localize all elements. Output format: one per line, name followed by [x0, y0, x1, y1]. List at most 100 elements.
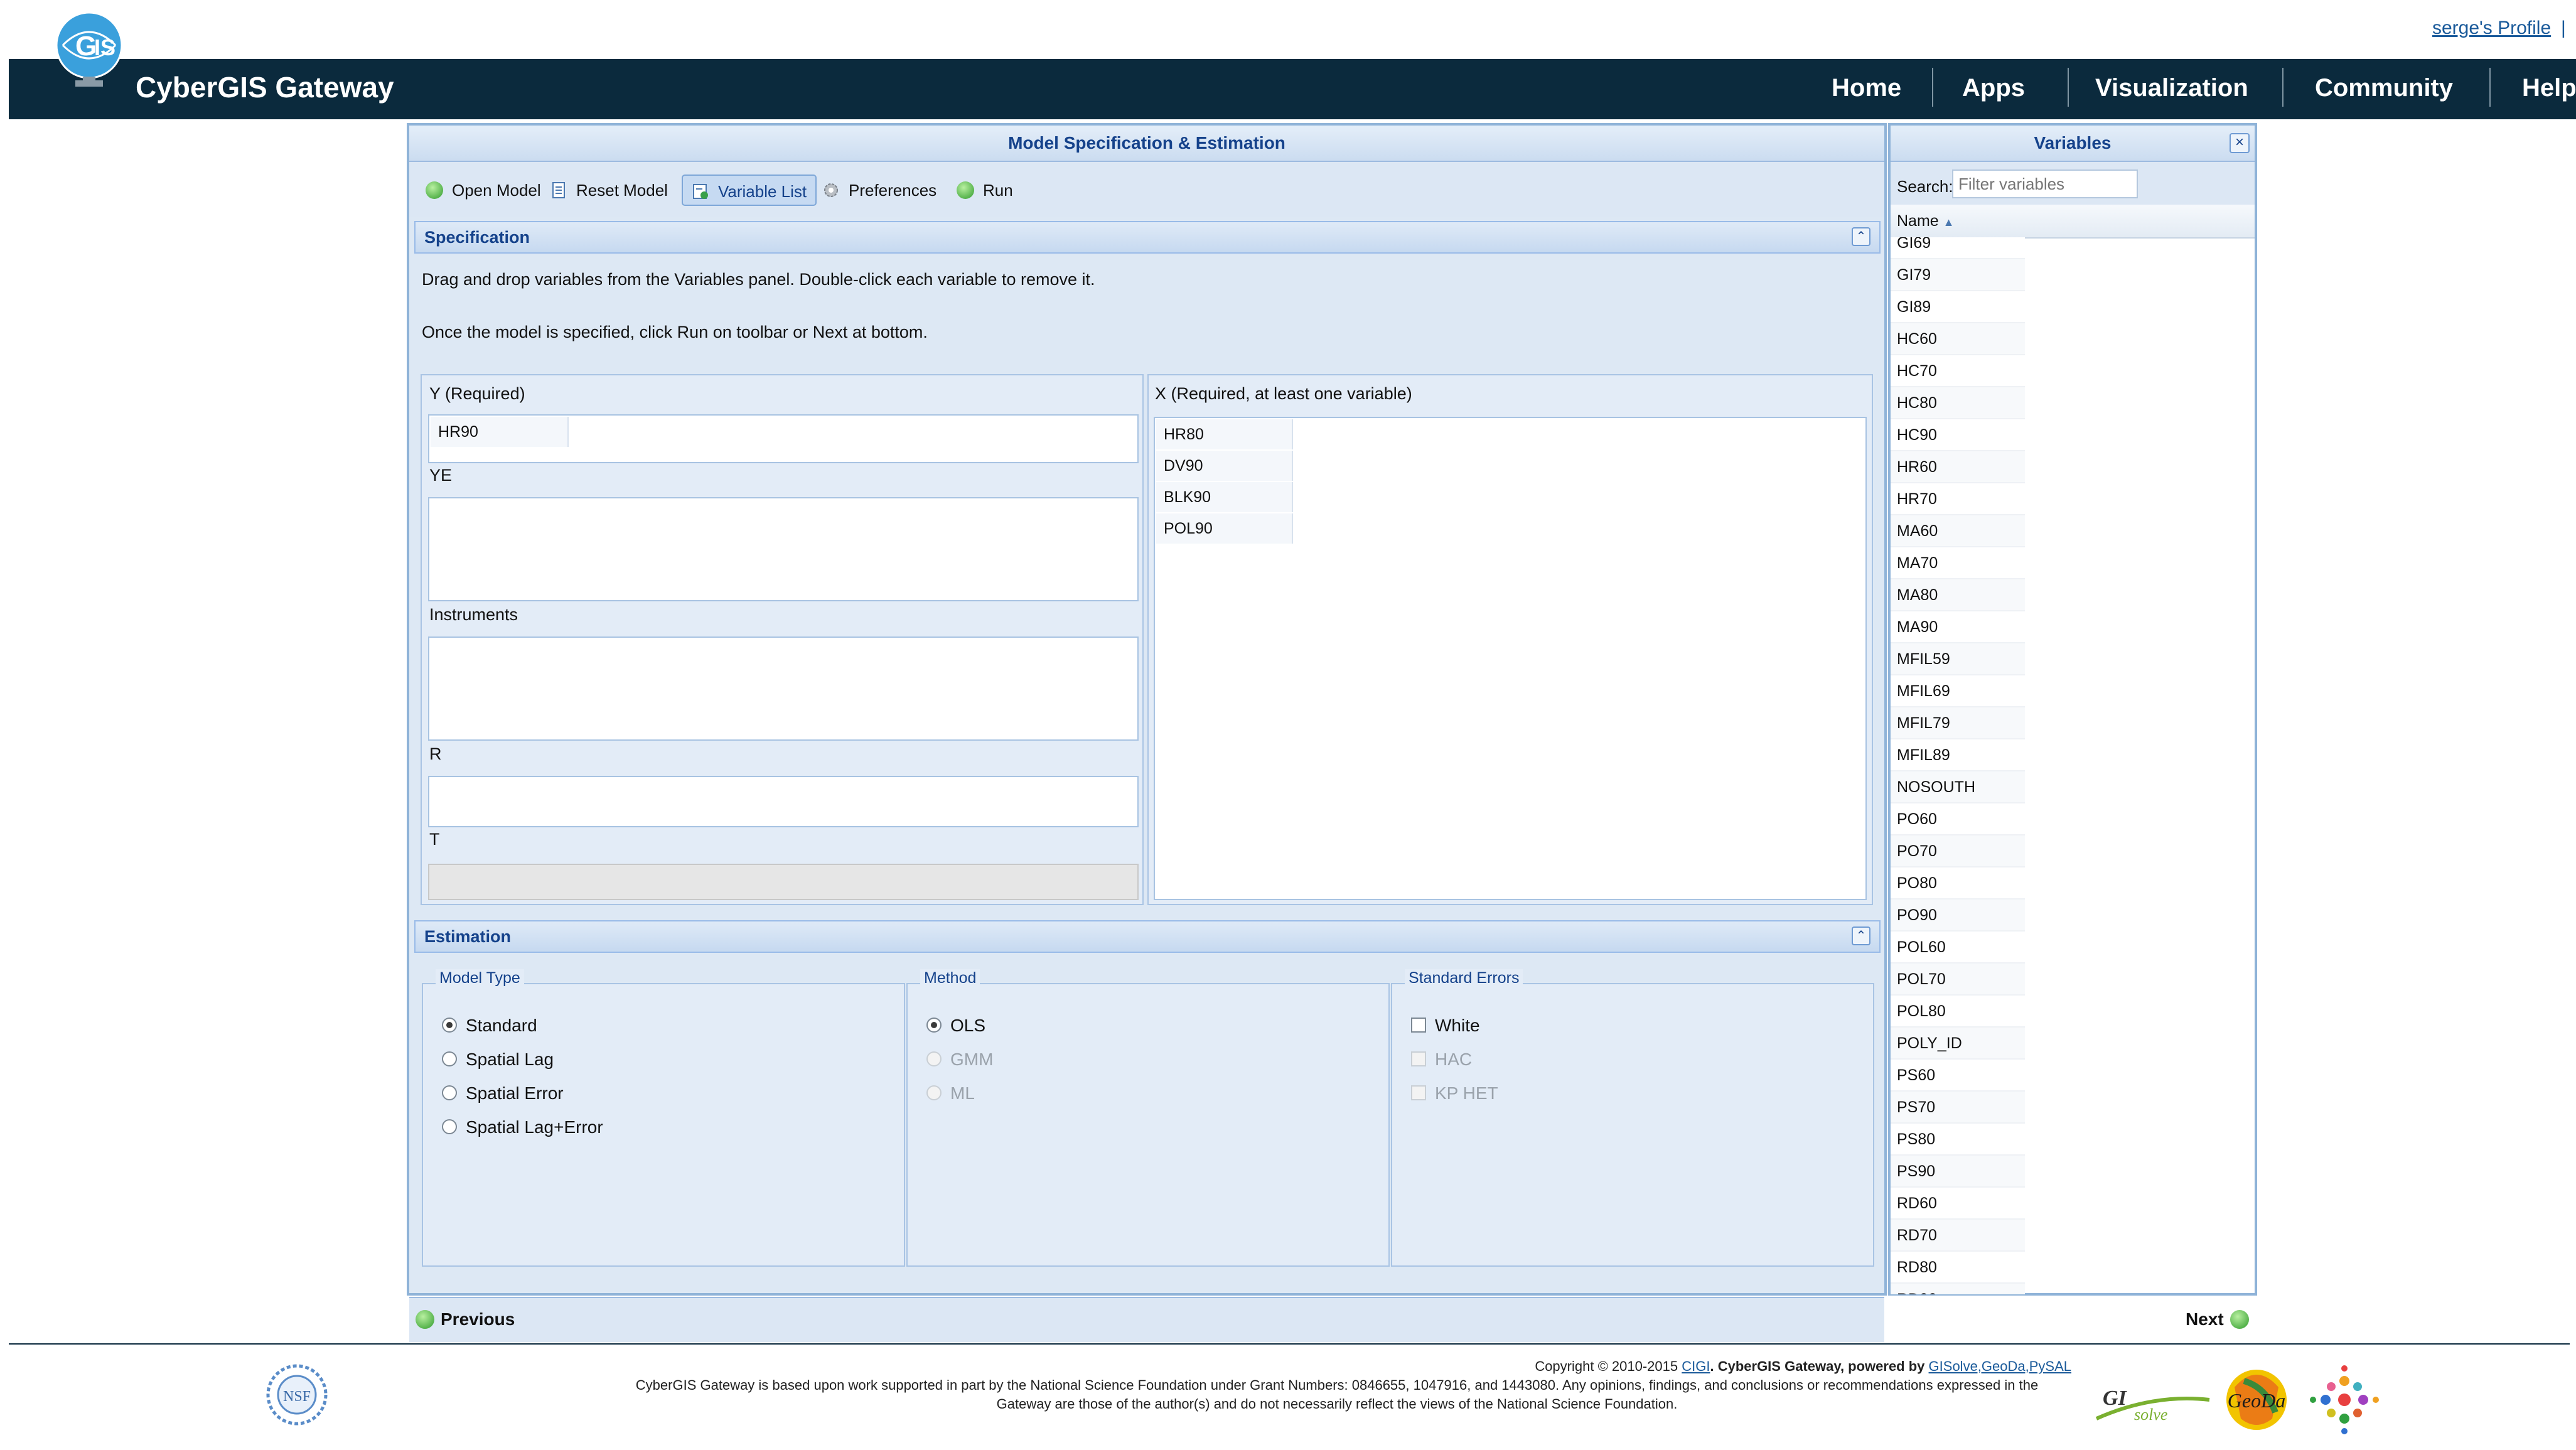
next-button[interactable]: Next — [2186, 1308, 2249, 1331]
nav-help[interactable]: Help — [2522, 74, 2576, 102]
variable-list-item[interactable]: PS60 — [1891, 1060, 2025, 1092]
method-legend: Method — [920, 969, 980, 987]
variable-list-item[interactable]: HC80 — [1891, 387, 2025, 419]
run-label: Run — [983, 181, 1013, 200]
option-label: Standard — [466, 1016, 537, 1035]
variable-list-item[interactable]: HR70 — [1891, 483, 2025, 515]
cigi-link[interactable]: CIGI — [1682, 1358, 1710, 1374]
variable-list-item[interactable]: PS80 — [1891, 1124, 2025, 1156]
estimation-header[interactable]: Estimation — [414, 920, 1881, 953]
preferences-label: Preferences — [849, 181, 937, 200]
variable-list-item[interactable]: POL60 — [1891, 932, 2025, 964]
copyright-text: Copyright © 2010-2015 — [1535, 1358, 1678, 1374]
x-variable-chip[interactable]: DV90 — [1156, 451, 1293, 481]
variables-search-input[interactable] — [1952, 169, 2138, 198]
name-column-label[interactable]: Name ▲ — [1897, 212, 1954, 230]
sort-ascending-icon: ▲ — [1943, 216, 1955, 228]
x-variable-chip[interactable]: POL90 — [1156, 513, 1293, 544]
radio-icon — [926, 1085, 942, 1100]
model-type-spatial-lag-error-radio[interactable]: Spatial Lag+Error — [442, 1116, 603, 1139]
instruction-run: Once the model is specified, click Run o… — [422, 323, 928, 341]
y-variable-chip[interactable]: HR90 — [431, 417, 569, 447]
variable-list-button[interactable]: Variable List — [682, 175, 817, 206]
preferences-button[interactable]: Preferences — [813, 175, 945, 206]
model-type-spatial-error-radio[interactable]: Spatial Error — [442, 1082, 564, 1105]
instruments-dropzone[interactable] — [428, 636, 1139, 741]
run-button[interactable]: Run — [948, 175, 1022, 206]
brand-title[interactable]: CyberGIS Gateway — [136, 70, 394, 104]
variable-list-item[interactable]: GI69 — [1891, 237, 2025, 259]
r-dropzone[interactable] — [428, 776, 1139, 827]
x-variable-chip[interactable]: BLK90 — [1156, 482, 1293, 512]
variable-list-item[interactable]: GI79 — [1891, 259, 2025, 291]
reset-model-button[interactable]: Reset Model — [541, 175, 677, 206]
variable-list-item[interactable]: HC70 — [1891, 355, 2025, 387]
option-label: GMM — [950, 1050, 994, 1069]
t-label: T — [429, 830, 440, 849]
se-kp-het-checkbox: KP HET — [1411, 1082, 1498, 1105]
option-label: Spatial Lag+Error — [466, 1117, 603, 1137]
gisolve-logo[interactable]: GI solve — [2090, 1375, 2216, 1431]
variable-list-item[interactable]: MA80 — [1891, 579, 2025, 611]
variable-list-item[interactable]: PO60 — [1891, 803, 2025, 835]
variable-list-item[interactable]: MFIL79 — [1891, 707, 2025, 739]
variable-list-item[interactable]: RD70 — [1891, 1220, 2025, 1252]
open-model-button[interactable]: Open Model — [417, 175, 550, 206]
se-white-checkbox[interactable]: White — [1411, 1014, 1480, 1037]
variable-list-item[interactable]: PO70 — [1891, 835, 2025, 867]
variables-list[interactable]: GI69 GI79 GI89 HC60 HC70 HC80 HC90 HR60 HR70 MA60… — [1891, 237, 2025, 1294]
option-label: ML — [950, 1083, 975, 1103]
cybergis-globe-logo[interactable]: G IS — [50, 6, 126, 100]
previous-button[interactable]: Previous — [416, 1308, 515, 1331]
nsf-logo[interactable]: NSF — [262, 1356, 331, 1437]
method-ols-radio[interactable]: OLS — [926, 1014, 985, 1037]
variable-list-item[interactable]: MFIL59 — [1891, 643, 2025, 675]
model-type-spatial-lag-radio[interactable]: Spatial Lag — [442, 1048, 554, 1071]
variable-list-item[interactable]: RD90 — [1891, 1284, 2025, 1294]
collapse-specification-icon[interactable]: ⌃ — [1852, 227, 1870, 246]
geoda-logo[interactable]: GeoDa — [2216, 1362, 2297, 1437]
nav-divider — [1932, 68, 1933, 107]
variable-list-item[interactable]: PO80 — [1891, 867, 2025, 900]
option-label: Spatial Lag — [466, 1050, 554, 1069]
document-icon — [552, 182, 565, 198]
variable-list-item[interactable]: MFIL69 — [1891, 675, 2025, 707]
x-variable-chip[interactable]: HR80 — [1156, 419, 1293, 449]
profile-link[interactable]: serge's Profile — [2432, 18, 2551, 39]
variable-list-item[interactable]: NOSOUTH — [1891, 771, 2025, 803]
variable-list-item[interactable]: POL70 — [1891, 964, 2025, 996]
pysal-logo[interactable] — [2304, 1362, 2385, 1437]
variable-list-item[interactable]: POL80 — [1891, 996, 2025, 1028]
ye-dropzone[interactable] — [428, 497, 1139, 601]
variable-list-item[interactable]: POLY_ID — [1891, 1028, 2025, 1060]
nav-visualization[interactable]: Visualization — [2095, 74, 2248, 102]
specification-header[interactable]: Specification — [414, 221, 1881, 254]
variable-list-item[interactable]: RD60 — [1891, 1188, 2025, 1220]
nav-community[interactable]: Community — [2315, 74, 2453, 102]
variable-list-item[interactable]: HC60 — [1891, 323, 2025, 355]
powered-by-links[interactable]: GISolve,GeoDa,PySAL — [1929, 1358, 2071, 1374]
variable-list-item[interactable]: HR60 — [1891, 451, 2025, 483]
variable-list-item[interactable]: HC90 — [1891, 419, 2025, 451]
checkbox-icon — [1411, 1051, 1426, 1066]
variable-list-item[interactable]: MFIL89 — [1891, 739, 2025, 771]
variable-list-item[interactable]: PO90 — [1891, 900, 2025, 932]
close-icon[interactable]: × — [2230, 133, 2250, 153]
search-label: Search: — [1897, 177, 1953, 196]
variables-panel-title: Variables — [1891, 126, 2255, 162]
variable-list-item[interactable]: MA90 — [1891, 611, 2025, 643]
reset-model-label: Reset Model — [576, 181, 668, 200]
variable-list-item[interactable]: MA70 — [1891, 547, 2025, 579]
variable-list-item[interactable]: RD80 — [1891, 1252, 2025, 1284]
collapse-estimation-icon[interactable]: ⌃ — [1852, 926, 1870, 945]
nav-home[interactable]: Home — [1832, 74, 1901, 102]
nav-apps[interactable]: Apps — [1962, 74, 2025, 102]
variable-list-item[interactable]: GI89 — [1891, 291, 2025, 323]
variable-list-item[interactable]: PS70 — [1891, 1092, 2025, 1124]
funding-line: CyberGIS Gateway is based upon work supp… — [635, 1377, 2039, 1393]
checkbox-icon — [1411, 1018, 1426, 1033]
variable-list-item[interactable]: PS90 — [1891, 1156, 2025, 1188]
variable-list-item[interactable]: MA60 — [1891, 515, 2025, 547]
radio-icon — [442, 1085, 457, 1100]
model-type-standard-radio[interactable]: Standard — [442, 1014, 537, 1037]
